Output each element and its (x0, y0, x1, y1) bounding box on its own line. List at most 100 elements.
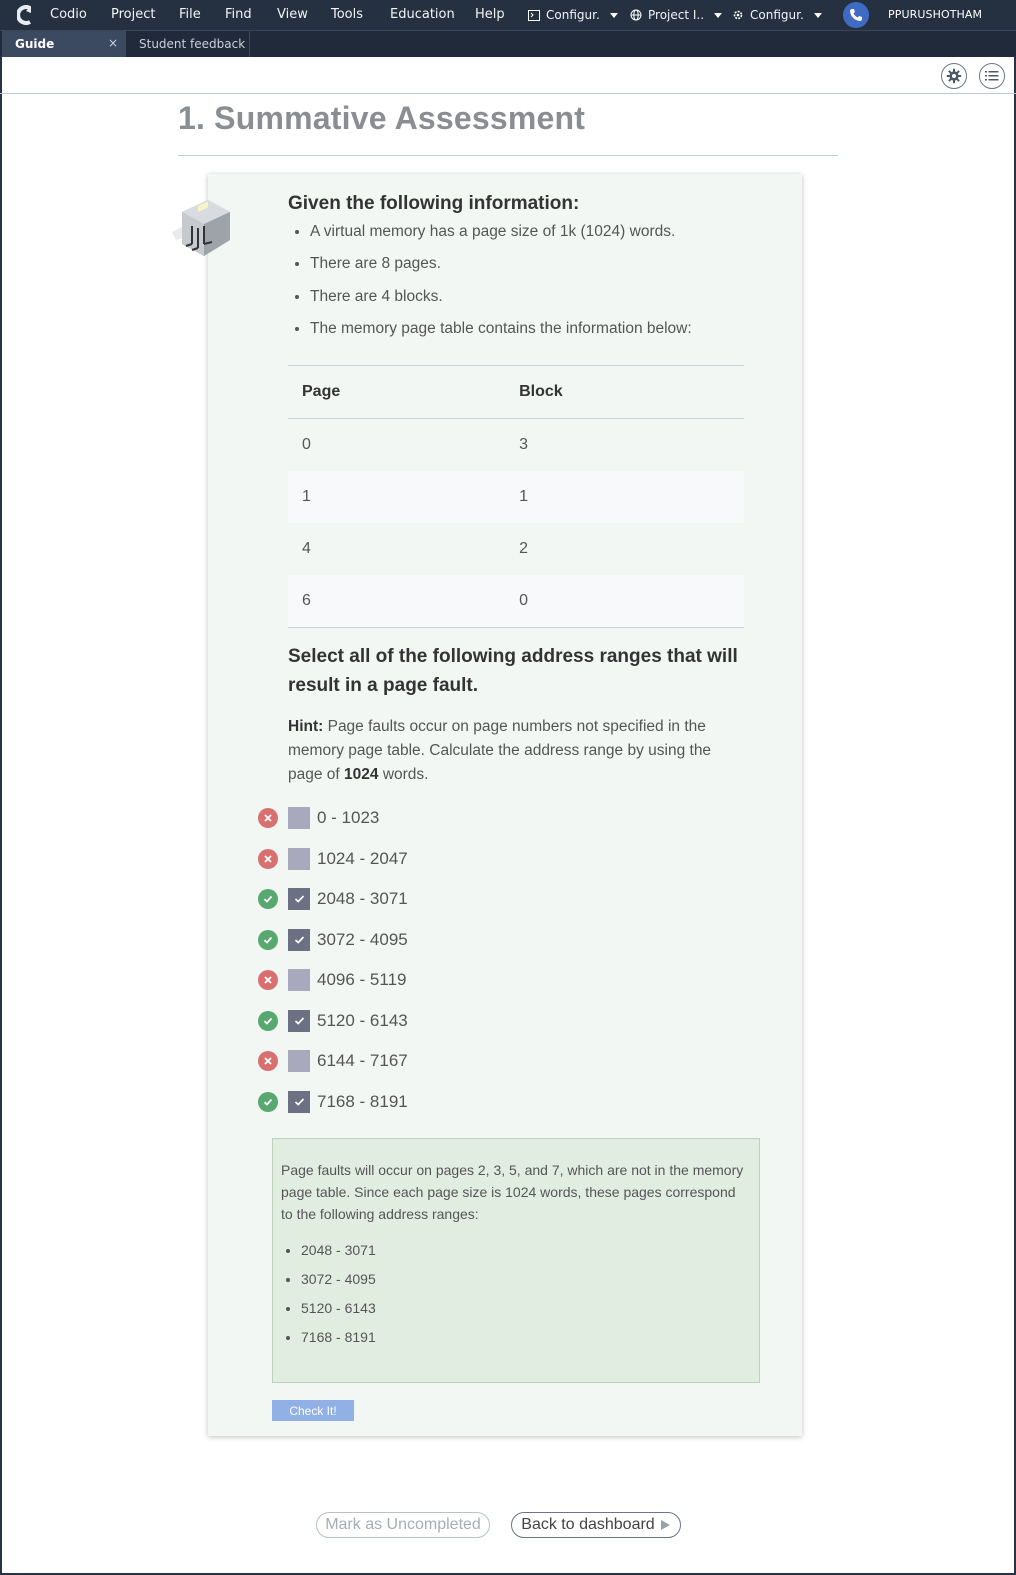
menu-find[interactable]: Find (225, 7, 252, 22)
option-label[interactable]: 1024 - 2047 (317, 849, 408, 869)
hint-end: words. (378, 766, 429, 783)
configure-run-label: Configur. (546, 8, 600, 22)
tab-student-feedback-label: Student feedback (139, 37, 246, 51)
configure-dropdown[interactable]: Configur. (732, 8, 822, 22)
correct-check-icon (258, 1091, 278, 1112)
correct-check-icon (258, 929, 278, 950)
list-item: 5120 - 6143 (301, 1297, 751, 1326)
guide-toolbar (0, 56, 1016, 94)
list-icon (985, 71, 999, 81)
answer-option[interactable]: 2048 - 3071 (258, 887, 408, 911)
column-header-block: Block (505, 365, 744, 419)
tab-guide-label: Guide (15, 37, 55, 51)
correct-check-icon (258, 889, 278, 909)
hint-text: Hint: Page faults occur on page numbers … (288, 715, 748, 787)
answer-option[interactable]: 4096 - 5119 (258, 968, 406, 992)
page-title: 1. Summative Assessment (178, 100, 586, 136)
table-row: 60 (288, 575, 744, 628)
configure-label: Configur. (750, 8, 804, 22)
hint-bold: 1024 (344, 766, 379, 783)
table-cell: 4 (302, 540, 311, 557)
menu-education[interactable]: Education (390, 7, 455, 22)
info-list: A virtual memory has a page size of 1k (… (290, 222, 692, 351)
option-checkbox[interactable] (288, 1090, 310, 1113)
incorrect-x-icon (258, 970, 278, 990)
option-label[interactable]: 0 - 1023 (317, 808, 379, 828)
option-label[interactable]: 7168 - 8191 (317, 1092, 408, 1112)
table-of-contents-button[interactable] (979, 63, 1005, 89)
option-checkbox[interactable] (288, 888, 310, 910)
feedback-range-list: 2048 - 3071 3072 - 4095 5120 - 6143 7168… (281, 1239, 751, 1355)
list-item: The memory page table contains the infor… (310, 319, 692, 351)
menu-help[interactable]: Help (475, 7, 505, 22)
menu-tools[interactable]: Tools (331, 7, 363, 22)
option-label[interactable]: 5120 - 6143 (317, 1011, 408, 1031)
list-item: 3072 - 4095 (301, 1268, 751, 1297)
answer-option[interactable]: 6144 - 7167 (258, 1049, 408, 1073)
option-checkbox[interactable] (288, 969, 310, 991)
globe-icon (630, 9, 642, 21)
table-cell: 2 (519, 540, 529, 557)
project-index-dropdown[interactable]: Project I.. (630, 8, 723, 22)
guide-settings-button[interactable] (941, 63, 967, 89)
option-checkbox[interactable] (288, 928, 310, 951)
chevron-down-icon (813, 12, 822, 18)
chevron-down-icon (609, 12, 618, 18)
table-cell: 0 (505, 575, 744, 628)
back-to-dashboard-label: Back to dashboard (521, 1516, 655, 1533)
option-checkbox[interactable] (288, 847, 310, 870)
answer-option[interactable]: 0 - 1023 (258, 806, 379, 830)
option-checkbox[interactable] (288, 1009, 310, 1032)
incorrect-x-icon (258, 1051, 278, 1071)
close-icon[interactable]: × (108, 36, 118, 50)
tab-bar: Guide × Student feedback (0, 30, 1016, 57)
menu-project[interactable]: Project (111, 7, 155, 22)
hint-label: Hint: (288, 718, 324, 735)
call-button[interactable] (843, 2, 869, 28)
option-label[interactable]: 6144 - 7167 (317, 1051, 408, 1071)
assessment-icon (172, 200, 230, 256)
codio-logo-icon[interactable] (17, 5, 35, 25)
menu-view[interactable]: View (277, 7, 308, 22)
menu-file[interactable]: File (179, 7, 201, 22)
answer-feedback: Page faults will occur on pages 2, 3, 5,… (272, 1138, 760, 1383)
gear-icon (733, 10, 743, 20)
option-label[interactable]: 4096 - 5119 (317, 970, 406, 990)
option-label[interactable]: 3072 - 4095 (317, 930, 408, 950)
table-cell: 1 (288, 471, 506, 523)
title-divider (178, 155, 838, 156)
chevron-down-icon (714, 12, 723, 18)
user-name[interactable]: PPURUSHOTHAM (888, 8, 982, 21)
table-cell: 6 (288, 575, 506, 628)
project-index-label: Project I.. (648, 8, 705, 22)
answer-option[interactable]: 7168 - 8191 (258, 1090, 408, 1114)
option-checkbox[interactable] (288, 807, 310, 829)
play-arrow-icon (660, 1520, 670, 1530)
table-row: 11 (288, 471, 744, 523)
list-item: There are 8 pages. (310, 254, 692, 286)
option-label[interactable]: 2048 - 3071 (317, 889, 408, 909)
back-to-dashboard-button[interactable]: Back to dashboard (511, 1512, 681, 1538)
option-checkbox[interactable] (288, 1050, 310, 1072)
menu-codio[interactable]: Codio (50, 7, 87, 22)
table-row: 42 (288, 523, 744, 575)
incorrect-x-icon (258, 808, 278, 828)
page-table: Page Block 03 11 42 60 (288, 365, 744, 628)
info-heading: Given the following information: (288, 193, 580, 214)
mark-uncompleted-button[interactable]: Mark as Uncompleted (316, 1512, 490, 1538)
answer-option[interactable]: 5120 - 6143 (258, 1009, 408, 1033)
list-item: There are 4 blocks. (310, 287, 692, 319)
tab-student-feedback[interactable]: Student feedback (126, 31, 250, 57)
answer-option[interactable]: 3072 - 4095 (258, 928, 408, 952)
feedback-text: Page faults will occur on pages 2, 3, 5,… (281, 1162, 744, 1222)
correct-check-icon (258, 1010, 278, 1031)
answer-option[interactable]: 1024 - 2047 (258, 847, 408, 871)
table-cell: 1 (505, 471, 744, 523)
menu-bar: Codio Project File Find View Tools Educa… (0, 0, 1016, 30)
check-it-button[interactable]: Check It! (272, 1400, 354, 1421)
table-header-row: Page Block (288, 365, 744, 419)
configure-run-dropdown[interactable]: Configur. (528, 8, 618, 22)
list-item: 2048 - 3071 (301, 1239, 751, 1268)
phone-icon (850, 9, 862, 21)
tab-guide[interactable]: Guide × (2, 31, 126, 57)
